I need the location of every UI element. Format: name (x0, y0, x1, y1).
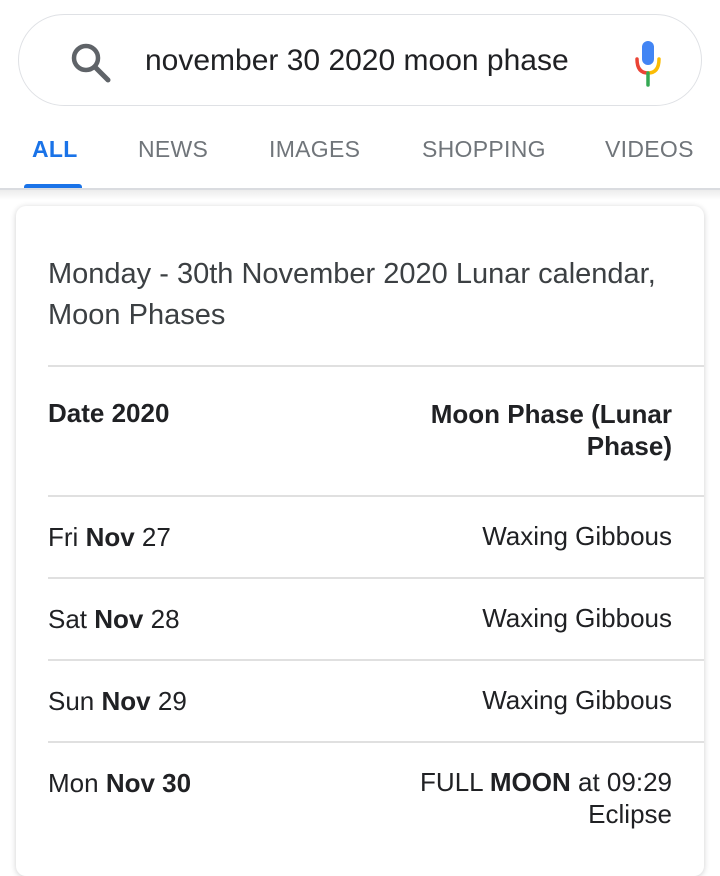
table-row-phase: FULL MOON at 09:29 Eclipse (332, 766, 672, 830)
table-row-date: Fri Nov 27 (48, 522, 171, 553)
divider (48, 659, 704, 661)
day: 28 (150, 604, 180, 634)
search-icon[interactable] (69, 41, 113, 85)
tab-all[interactable]: ALL (32, 136, 78, 163)
weekday: Fri (48, 522, 79, 552)
table-row-date: Sun Nov 29 (48, 686, 187, 717)
table-header-date: Date 2020 (48, 398, 170, 428)
table-row-date: Mon Nov 30 (48, 768, 191, 799)
tabs-shadow (0, 190, 720, 200)
tab-videos[interactable]: VIDEOS (605, 136, 694, 163)
month: Nov (94, 604, 144, 634)
weekday: Mon (48, 768, 99, 798)
tab-images[interactable]: IMAGES (269, 136, 360, 163)
table-row-phase: Waxing Gibbous (482, 521, 672, 551)
table-row-phase: Waxing Gibbous (482, 685, 672, 715)
weekday: Sat (48, 604, 88, 634)
phase-bold: MOON (489, 767, 571, 797)
month: Nov (105, 768, 155, 798)
phase-suffix: at 09:29 (578, 767, 672, 797)
tab-shopping[interactable]: SHOPPING (422, 136, 546, 163)
phase-line2: Eclipse (588, 799, 672, 829)
search-bar[interactable] (18, 14, 702, 106)
divider (48, 365, 704, 367)
table-row-date: Sat Nov 28 (48, 604, 180, 635)
tab-news[interactable]: NEWS (138, 136, 208, 163)
table-header-phase: Moon Phase (Lunar Phase) (430, 399, 672, 461)
divider (48, 577, 704, 579)
weekday: Sun (48, 686, 95, 716)
day: 29 (157, 686, 187, 716)
mic-icon[interactable] (633, 39, 663, 89)
day: 30 (162, 768, 192, 798)
table-row-phase: Waxing Gibbous (482, 603, 672, 633)
month: Nov (101, 686, 151, 716)
divider (48, 741, 704, 743)
month: Nov (85, 522, 135, 552)
day: 27 (141, 522, 171, 552)
search-tabs: ALL NEWS IMAGES SHOPPING VIDEOS (0, 110, 720, 188)
divider (48, 495, 704, 497)
result-title[interactable]: Monday - 30th November 2020 Lunar calend… (48, 254, 668, 336)
phase-prefix: FULL (420, 767, 483, 797)
search-input[interactable] (145, 39, 585, 83)
result-card[interactable]: Monday - 30th November 2020 Lunar calend… (16, 206, 704, 876)
